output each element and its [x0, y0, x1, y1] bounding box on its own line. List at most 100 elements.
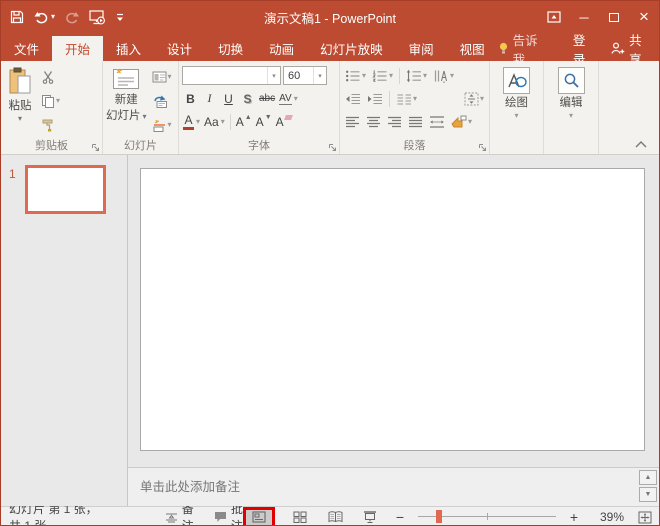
next-slide-button[interactable]: ▼	[639, 487, 657, 502]
change-case-icon: Aa	[204, 115, 219, 129]
workspace: 1 单击此处添加备注 ▲ ▼	[1, 155, 659, 506]
font-color-button[interactable]: A ▾	[182, 112, 201, 131]
slideshow-view-button[interactable]	[358, 508, 382, 526]
collapse-ribbon-button[interactable]	[635, 141, 647, 148]
text-shadow-button[interactable]: S	[239, 89, 256, 108]
ribbon-tab-row: 文件 开始 插入 设计 切换 动画 幻灯片放映 审阅 视图 告诉我... 登录 …	[1, 33, 659, 61]
tab-insert[interactable]: 插入	[103, 36, 154, 61]
numbering-icon	[372, 69, 388, 83]
bullets-button[interactable]: ▾	[343, 67, 368, 85]
clipboard-small-buttons: ▾	[39, 65, 62, 139]
save-button[interactable]	[10, 10, 24, 24]
increase-font-size-icon: A	[236, 115, 244, 129]
tab-slideshow[interactable]: 幻灯片放映	[307, 36, 396, 61]
reading-view-button[interactable]	[323, 508, 347, 526]
align-right-button[interactable]	[385, 113, 404, 131]
align-text-button[interactable]: ▾	[462, 90, 486, 108]
editing-icon	[558, 67, 585, 94]
clear-formatting-button[interactable]: A	[275, 112, 293, 131]
tab-animations[interactable]: 动画	[256, 36, 307, 61]
paragraph-dialog-launcher[interactable]	[478, 143, 487, 152]
copy-button[interactable]: ▾	[39, 92, 62, 110]
normal-view-button[interactable]	[246, 510, 272, 525]
notes-pane[interactable]: 单击此处添加备注	[128, 467, 659, 506]
numbering-button[interactable]: ▾	[370, 67, 395, 85]
character-spacing-button[interactable]: AV ▾	[278, 89, 299, 108]
text-direction-button[interactable]: ▾	[431, 67, 456, 85]
new-slide-button[interactable]: 新建 幻灯片 ▾	[106, 65, 147, 139]
bold-button[interactable]: B	[182, 89, 199, 108]
editing-label: 编辑	[560, 96, 583, 110]
font-name-combo[interactable]: ▾	[182, 66, 281, 85]
red-highlight-annotation	[243, 507, 275, 526]
layout-icon	[152, 71, 167, 83]
tab-file[interactable]: 文件	[1, 36, 52, 61]
start-from-beginning-button[interactable]	[89, 10, 106, 25]
slideshow-view-icon	[363, 511, 377, 523]
font-name-caret[interactable]: ▾	[267, 67, 280, 84]
customize-qat-button[interactable]	[116, 13, 124, 22]
close-button[interactable]: ×	[629, 1, 659, 33]
line-spacing-button[interactable]: ▾	[404, 67, 429, 85]
undo-button[interactable]: ▾	[34, 11, 55, 24]
align-right-icon	[387, 116, 402, 128]
section-button[interactable]: ▾	[150, 116, 174, 134]
decrease-font-size-button[interactable]: A ▼	[255, 112, 273, 131]
format-painter-button[interactable]	[39, 116, 62, 134]
strikethrough-button[interactable]: abc	[258, 89, 276, 108]
zoom-percentage[interactable]: 39%	[592, 510, 624, 524]
slide-canvas[interactable]	[140, 168, 645, 451]
previous-slide-button[interactable]: ▲	[639, 470, 657, 485]
layout-button[interactable]: ▾	[150, 68, 174, 86]
ribbon-home: 粘贴 ▾ ▾	[1, 61, 659, 155]
slide-sorter-view-button[interactable]	[288, 508, 312, 526]
paste-button[interactable]: 粘贴 ▾	[4, 65, 36, 139]
distribute-text-button[interactable]	[427, 113, 447, 131]
convert-to-smartart-button[interactable]: ▾	[449, 113, 474, 131]
ribbon-display-options-icon	[547, 11, 561, 23]
font-dialog-launcher[interactable]	[328, 143, 337, 152]
font-row-combos: ▾ 60 ▾	[182, 65, 336, 86]
font-size-caret[interactable]: ▾	[313, 67, 326, 84]
zoom-in-button[interactable]: +	[567, 509, 581, 525]
reset-slide-button[interactable]	[150, 92, 174, 110]
group-font: ▾ 60 ▾ B I U S abc AV ▾	[179, 61, 340, 154]
tab-home[interactable]: 开始	[52, 36, 103, 61]
drawing-group-button[interactable]: 绘图 ▾	[499, 65, 534, 139]
editing-group-button[interactable]: 编辑 ▾	[554, 65, 589, 139]
zoom-slider[interactable]	[418, 510, 556, 524]
increase-indent-button[interactable]	[365, 90, 385, 108]
undo-dropdown-caret[interactable]: ▾	[51, 13, 55, 21]
underline-button[interactable]: U	[220, 89, 237, 108]
zoom-slider-thumb[interactable]	[436, 510, 442, 523]
notes-placeholder: 单击此处添加备注	[140, 480, 240, 494]
tab-review[interactable]: 审阅	[396, 36, 447, 61]
increase-font-size-button[interactable]: A ▲	[235, 112, 253, 131]
cut-button[interactable]	[39, 68, 62, 86]
decrease-indent-button[interactable]	[343, 90, 363, 108]
align-left-button[interactable]	[343, 113, 362, 131]
share-person-icon	[611, 42, 625, 55]
fit-slide-to-window-button[interactable]	[635, 508, 655, 526]
font-row-styles: B I U S abc AV ▾	[182, 88, 336, 109]
title-bar: ▾ 演示文稿1 - PowerPoint	[1, 1, 659, 33]
zoom-out-button[interactable]: −	[393, 509, 407, 525]
tab-design[interactable]: 设计	[154, 36, 205, 61]
justify-button[interactable]	[406, 113, 425, 131]
line-spacing-icon	[406, 69, 422, 83]
columns-button[interactable]: ▾	[394, 90, 419, 108]
font-size-combo[interactable]: 60 ▾	[283, 66, 327, 85]
minimize-button[interactable]: ─	[569, 1, 599, 33]
tab-view[interactable]: 视图	[447, 36, 498, 61]
italic-button[interactable]: I	[201, 89, 218, 108]
maximize-button[interactable]	[599, 1, 629, 33]
new-slide-icon	[111, 67, 141, 91]
ribbon-display-options-button[interactable]	[539, 1, 569, 33]
align-center-button[interactable]	[364, 113, 383, 131]
clipboard-dialog-launcher[interactable]	[91, 143, 100, 152]
tab-transitions[interactable]: 切换	[205, 36, 256, 61]
copy-caret: ▾	[56, 97, 60, 105]
slide-thumbnail-1[interactable]	[25, 165, 106, 214]
font-color-caret: ▾	[196, 118, 200, 126]
change-case-button[interactable]: Aa ▾	[203, 112, 226, 131]
